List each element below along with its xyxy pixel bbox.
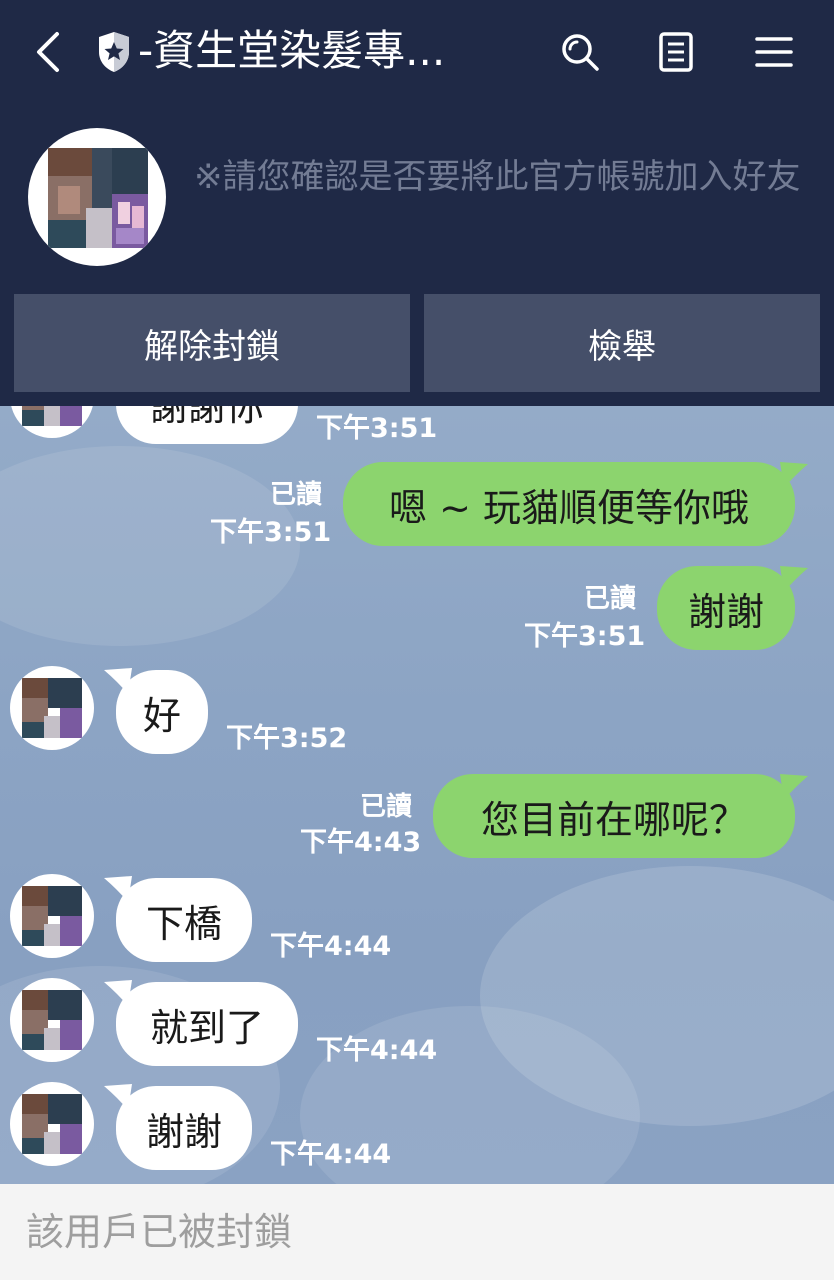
- report-button[interactable]: 檢舉: [424, 294, 820, 392]
- message-text: 謝謝你: [149, 406, 264, 429]
- sender-avatar[interactable]: [10, 978, 94, 1062]
- read-receipt: 已讀: [584, 584, 637, 614]
- message-time: 下午4:44: [270, 931, 392, 962]
- avatar-collage-image: [48, 148, 148, 248]
- profile-section: ※請您確認是否要將此官方帳號加入好友: [0, 104, 834, 294]
- back-button[interactable]: [26, 20, 70, 84]
- search-icon: [562, 34, 599, 71]
- avatar-collage-image: [22, 678, 82, 738]
- read-receipt: 已讀: [270, 480, 323, 510]
- read-receipt: 已讀: [360, 792, 413, 822]
- message-text: 謝謝: [145, 1109, 222, 1154]
- incoming-bubble[interactable]: 就到了: [116, 982, 298, 1066]
- notes-button[interactable]: [648, 24, 704, 80]
- sender-avatar[interactable]: [10, 874, 94, 958]
- incoming-bubble[interactable]: 謝謝: [116, 1086, 252, 1170]
- avatar-collage-image: [22, 1094, 82, 1154]
- message-time: 下午4:44: [316, 1035, 438, 1066]
- message-time: 下午3:51: [524, 621, 646, 652]
- profile-avatar[interactable]: [28, 128, 166, 266]
- message-time: 下午3:51: [316, 413, 438, 444]
- note-icon: [659, 32, 693, 72]
- incoming-bubble[interactable]: 好: [116, 670, 208, 754]
- chat-header: -資生堂染髮專...: [0, 0, 834, 104]
- avatar-collage-image: [22, 990, 82, 1050]
- chat-area[interactable]: 謝謝你 下午3:51 已讀 下午3:51 嗯 ~ 玩貓順便等你哦 已讀 下午3:…: [0, 406, 834, 1184]
- unblock-button[interactable]: 解除封鎖: [14, 294, 410, 392]
- incoming-bubble[interactable]: 下橋: [116, 878, 252, 962]
- incoming-bubble[interactable]: 謝謝你: [116, 406, 298, 444]
- back-icon: [37, 32, 59, 72]
- avatar-collage-image: [22, 406, 82, 426]
- add-friend-notice: ※請您確認是否要將此官方帳號加入好友: [194, 157, 801, 197]
- message-time: 下午4:44: [270, 1139, 392, 1170]
- bubble-tail: [780, 566, 808, 592]
- message-text: 嗯 ~ 玩貓順便等你哦: [389, 485, 749, 530]
- search-button[interactable]: [552, 24, 608, 80]
- avatar-collage-image: [22, 886, 82, 946]
- message-time: 下午3:51: [210, 517, 332, 548]
- bubble-tail: [780, 774, 808, 800]
- sender-avatar[interactable]: [10, 1082, 94, 1166]
- message-text: 謝謝: [687, 589, 764, 634]
- shield-star-icon: [99, 32, 129, 72]
- message-text: 好: [142, 693, 181, 738]
- blocked-footer: 該用戶已被封鎖: [0, 1184, 834, 1280]
- menu-icon: [755, 37, 793, 67]
- bubble-tail: [780, 462, 808, 488]
- sender-avatar[interactable]: [10, 406, 94, 438]
- sender-avatar[interactable]: [10, 666, 94, 750]
- message-time: 下午4:43: [300, 827, 422, 858]
- chat-title: -資生堂染髮專...: [138, 26, 446, 75]
- message-time: 下午3:52: [226, 723, 348, 754]
- outgoing-bubble[interactable]: 您目前在哪呢？: [433, 774, 795, 858]
- outgoing-bubble[interactable]: 嗯 ~ 玩貓順便等你哦: [343, 462, 795, 546]
- outgoing-bubble[interactable]: 謝謝: [657, 566, 795, 650]
- message-text: 就到了: [149, 1005, 264, 1050]
- blocked-notice: 該用戶已被封鎖: [26, 1210, 293, 1254]
- menu-button[interactable]: [746, 24, 802, 80]
- message-text: 您目前在哪呢？: [480, 797, 747, 842]
- message-text: 下橋: [145, 901, 222, 946]
